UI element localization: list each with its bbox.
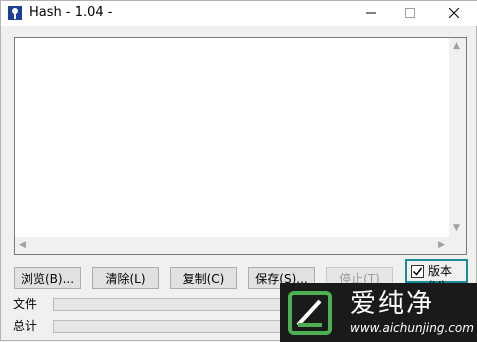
file-progress-bar [53, 298, 283, 311]
maximize-button[interactable] [388, 1, 432, 26]
scroll-corner [449, 237, 466, 254]
scroll-left-icon[interactable]: ◀ [19, 241, 26, 250]
maximize-icon [405, 7, 415, 21]
close-icon [448, 7, 460, 21]
scroll-down-icon[interactable]: ▼ [453, 224, 460, 233]
clear-button[interactable]: 清除(L) [92, 267, 159, 289]
hash-output-area[interactable]: ▲ ▼ ◀ ▶ [14, 37, 467, 255]
hash-window: Hash - 1.04 - ▲ ▼ ◀ ▶ 浏览(B)... 清除(L) 复制(… [0, 0, 477, 342]
app-key-icon [7, 5, 23, 21]
version-checkbox[interactable] [411, 265, 424, 278]
watermark-text: 爱纯净 [350, 289, 435, 319]
browse-button[interactable]: 浏览(B)... [14, 267, 81, 289]
version-option[interactable]: 版本(V) [405, 259, 468, 293]
minimize-icon [366, 7, 376, 21]
title-bar[interactable]: Hash - 1.04 - [1, 1, 477, 26]
scroll-up-icon[interactable]: ▲ [453, 42, 460, 51]
watermark-overlay: 爱纯净 www.aichunjing.com [280, 283, 477, 342]
close-button[interactable] [432, 1, 476, 26]
minimize-button[interactable] [349, 1, 393, 26]
total-progress-label: 总计 [13, 319, 38, 333]
copy-button[interactable]: 复制(C) [170, 267, 237, 289]
vertical-scrollbar[interactable]: ▲ ▼ [449, 38, 466, 237]
scroll-right-icon[interactable]: ▶ [438, 241, 445, 250]
horizontal-scrollbar[interactable]: ◀ ▶ [15, 237, 449, 254]
total-progress-bar [53, 320, 283, 333]
file-progress-label: 文件 [13, 297, 38, 311]
watermark-url: www.aichunjing.com [350, 321, 474, 335]
window-title: Hash - 1.04 - [29, 5, 113, 20]
watermark-logo-icon [288, 291, 332, 338]
